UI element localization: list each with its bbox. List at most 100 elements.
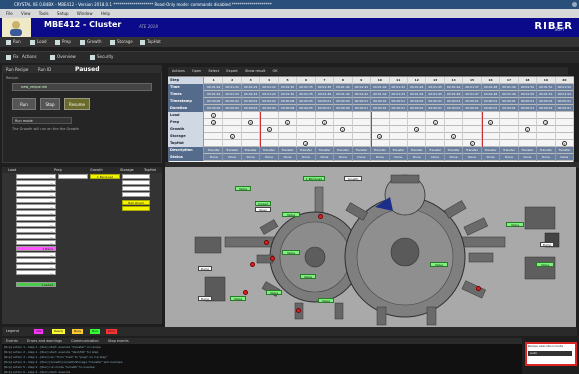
valve-tag-1[interactable]: Valve: [235, 186, 251, 191]
grid-cell[interactable]: 19: [537, 77, 556, 84]
grid-cell[interactable]: [371, 112, 390, 119]
grid-cell[interactable]: 00:00:05: [297, 105, 316, 112]
storage-value[interactable]: [122, 206, 150, 211]
grid-cell[interactable]: 00:01:51: [537, 91, 556, 98]
grid-cell[interactable]: [537, 133, 556, 140]
grid-cell[interactable]: 00:00:01: [408, 105, 427, 112]
grid-cell[interactable]: 00:00:01: [445, 98, 464, 105]
grid-cell[interactable]: Transfer: [260, 147, 279, 154]
valve-load-value[interactable]: —: [16, 186, 56, 191]
grid-cell[interactable]: 00:01:22: [205, 91, 224, 98]
grid-cell[interactable]: Transfer: [500, 147, 519, 154]
growth-tag[interactable]: 1 Bar/Load: [303, 176, 325, 181]
grid-cell[interactable]: Done: [334, 154, 353, 161]
grid-cell[interactable]: [371, 119, 390, 126]
grid-cell[interactable]: [223, 119, 242, 126]
grid-cell[interactable]: 00:00:05: [297, 98, 316, 105]
grid-cell[interactable]: 00:00:01: [390, 105, 408, 112]
toolbar-prep[interactable]: Prep: [55, 39, 71, 45]
pump-tag-3[interactable]: Pump: [540, 242, 554, 247]
valve-load-value[interactable]: —: [16, 174, 56, 179]
grid-cell[interactable]: [556, 133, 575, 140]
grid-cell[interactable]: [463, 133, 482, 140]
grid-cell[interactable]: 00:01:47: [463, 84, 482, 91]
grid-cell[interactable]: 8: [334, 77, 353, 84]
recipe-file-field[interactable]: new_recipe.rbt: [12, 83, 152, 91]
grid-cell[interactable]: [334, 119, 353, 126]
grid-cell[interactable]: [463, 112, 482, 119]
grid-cell[interactable]: 00:01:36: [316, 84, 335, 91]
valve-load-value[interactable]: —: [16, 198, 56, 203]
storage-value[interactable]: Bell shield: [122, 200, 150, 205]
tab-errors[interactable]: Errors and warnings: [27, 339, 62, 343]
grid-cell[interactable]: [316, 140, 335, 147]
valve-tag-2[interactable]: Valve: [282, 212, 300, 217]
grid-cell[interactable]: 00:00:01: [426, 98, 445, 105]
toolbar-storage[interactable]: Storage: [110, 39, 133, 45]
valve-tag-10[interactable]: Valve: [536, 262, 554, 267]
grid-cell[interactable]: [537, 126, 556, 133]
grid-cell[interactable]: [205, 126, 224, 133]
valve-load-value-active[interactable]: 1 Bar/s: [16, 246, 56, 251]
grid-cell[interactable]: 00:00:01: [537, 105, 556, 112]
grid-cell[interactable]: 00:00:04: [334, 105, 353, 112]
valve-tag-5[interactable]: Valve: [266, 290, 282, 295]
grid-select-button[interactable]: Select: [208, 69, 219, 73]
chamber-schematic[interactable]: [165, 167, 576, 327]
grid-cell[interactable]: 00:01:45: [426, 84, 445, 91]
grid-cell[interactable]: 00:01:50: [519, 84, 538, 91]
grid-cell[interactable]: Done: [519, 154, 538, 161]
grid-cell[interactable]: 00:00:02: [223, 105, 242, 112]
grid-cell[interactable]: 13: [426, 77, 445, 84]
grid-cell[interactable]: [242, 112, 261, 119]
grid-cell[interactable]: 5: [279, 77, 298, 84]
grid-cell[interactable]: [371, 126, 390, 133]
grid-cell[interactable]: Transfer: [223, 147, 242, 154]
grid-cell[interactable]: 00:00:01: [556, 98, 575, 105]
grid-cell[interactable]: [316, 133, 335, 140]
grid-cell[interactable]: Transfer: [463, 147, 482, 154]
grid-cell[interactable]: 00:01:35: [297, 84, 316, 91]
grid-cell[interactable]: Transfer: [408, 147, 427, 154]
run-button[interactable]: Run: [12, 98, 36, 110]
grid-cell[interactable]: [426, 133, 445, 140]
grid-cell[interactable]: [334, 133, 353, 140]
grid-cell[interactable]: 14: [445, 77, 464, 84]
grid-cell[interactable]: [519, 140, 538, 147]
grid-cell[interactable]: 00:01:46: [445, 91, 464, 98]
grid-cell[interactable]: [390, 112, 408, 119]
grid-cell[interactable]: 00:01:52: [556, 84, 575, 91]
grid-cell[interactable]: 7: [316, 77, 335, 84]
grid-cell[interactable]: [463, 126, 482, 133]
grid-open-button[interactable]: Open: [192, 69, 201, 73]
grid-cell[interactable]: [334, 140, 353, 147]
toolbar-security[interactable]: Security: [90, 54, 113, 60]
storage-value[interactable]: [122, 174, 150, 179]
grid-cell[interactable]: [500, 126, 519, 133]
tab-communication[interactable]: Communication: [71, 339, 99, 343]
run-mode-select[interactable]: Run mode: [12, 117, 72, 124]
valve-load-value[interactable]: —: [16, 234, 56, 239]
grid-cell[interactable]: 00:00:01: [500, 98, 519, 105]
grid-cell[interactable]: [390, 133, 408, 140]
pump-tag-1[interactable]: Pump: [198, 266, 212, 271]
grid-cell[interactable]: [279, 112, 298, 119]
grid-cell[interactable]: 00:01:48: [482, 91, 501, 98]
grid-cell[interactable]: Transfer: [205, 147, 224, 154]
valve-load-value[interactable]: —: [16, 270, 56, 275]
grid-cell[interactable]: Transfer: [482, 147, 501, 154]
grid-cell[interactable]: 00:01:52: [556, 91, 575, 98]
grid-cell[interactable]: 00:01:40: [334, 91, 353, 98]
grid-cell[interactable]: 00:00:02: [205, 105, 224, 112]
grid-cell[interactable]: 00:00:02: [260, 98, 279, 105]
grid-cell[interactable]: 00:00:02: [242, 105, 261, 112]
grid-cell[interactable]: Done: [408, 154, 427, 161]
grid-cell[interactable]: 00:01:49: [500, 84, 519, 91]
grid-cell[interactable]: Done: [482, 154, 501, 161]
grid-cell[interactable]: Transfer: [556, 147, 575, 154]
stop-button[interactable]: Stop: [40, 98, 60, 110]
grid-cell[interactable]: [223, 126, 242, 133]
step-marker[interactable]: 1: [432, 120, 438, 125]
valve-load-value[interactable]: —: [16, 210, 56, 215]
grid-cell[interactable]: Done: [500, 154, 519, 161]
